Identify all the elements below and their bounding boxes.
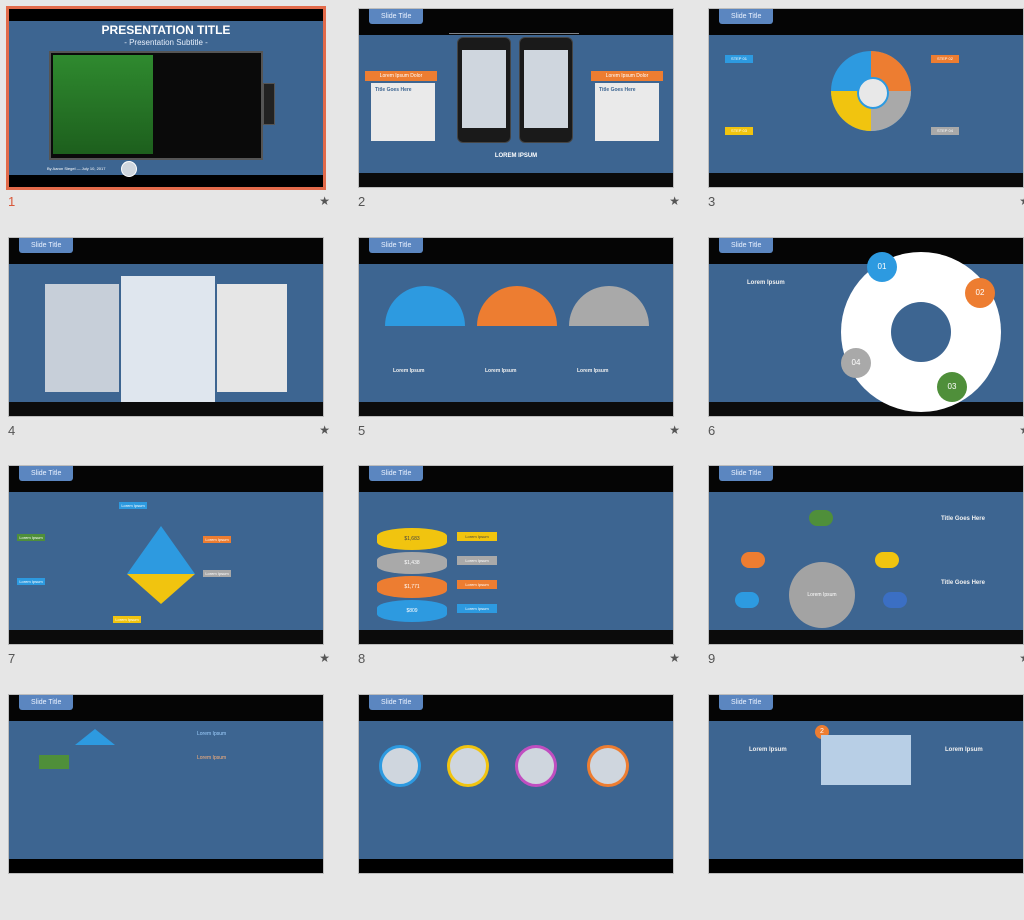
slide-cell-12[interactable]: Slide Title Lorem Ipsum Lorem Ipsum 2 xyxy=(708,694,1024,920)
slide-number: 3 xyxy=(708,194,716,209)
slide-cell-3[interactable]: Slide Title STEP 01 STEP 02 STEP 03 STEP… xyxy=(708,8,1024,234)
slide-number: 4 xyxy=(8,423,16,438)
slide-cell-8[interactable]: Slide Title $1,683 $1,438 $1,771 $809 Lo… xyxy=(358,465,680,691)
slide-cell-4[interactable]: Slide Title 4 ★ xyxy=(8,237,330,463)
pyramid-graphic xyxy=(127,526,195,574)
slide-thumbnail-10[interactable]: Slide Title Lorem Ipsum Lorem Ipsum xyxy=(8,694,324,874)
slide-tab: Slide Title xyxy=(369,238,424,253)
slide-cell-7[interactable]: Slide Title Lorem Ipsum Lorem Ipsum Lore… xyxy=(8,465,330,691)
slide-tab: Slide Title xyxy=(719,695,774,710)
slide-thumbnail-5[interactable]: Slide Title Lorem Ipsum Lorem Ipsum Lore… xyxy=(358,237,674,417)
slide-thumbnail-4[interactable]: Slide Title xyxy=(8,237,324,417)
slide-cell-11[interactable]: Slide Title xyxy=(358,694,674,920)
slide-thumbnail-8[interactable]: Slide Title $1,683 $1,438 $1,771 $809 Lo… xyxy=(358,465,674,645)
slide-cell-1[interactable]: PRESENTATION TITLE - Presentation Subtit… xyxy=(6,6,330,234)
star-icon[interactable]: ★ xyxy=(1019,651,1024,665)
star-icon[interactable]: ★ xyxy=(1019,423,1024,437)
star-icon[interactable]: ★ xyxy=(669,651,680,665)
slide-cell-9[interactable]: Slide Title Lorem Ipsum Title Goes Here … xyxy=(708,465,1024,691)
slide-thumbnail-11[interactable]: Slide Title xyxy=(358,694,674,874)
slide-tab: Slide Title xyxy=(19,466,74,481)
star-icon[interactable]: ★ xyxy=(1019,194,1024,208)
presentation-subtitle: - Presentation Subtitle - xyxy=(124,38,208,47)
star-icon[interactable]: ★ xyxy=(319,194,330,208)
slide-number: 6 xyxy=(708,423,716,438)
slide-tab: Slide Title xyxy=(719,238,774,253)
left-box-label: Lorem Ipsum Dolor xyxy=(365,71,437,81)
slide-thumbnail-6[interactable]: Slide Title Lorem Ipsum 01 02 03 04 xyxy=(708,237,1024,417)
star-icon[interactable]: ★ xyxy=(669,194,680,208)
slide-tab: Slide Title xyxy=(19,238,74,253)
slide-cell-2[interactable]: Slide Title Lorem Ipsum Dolor Title Goes… xyxy=(358,8,680,234)
star-icon[interactable]: ★ xyxy=(319,423,330,437)
right-box-label: Lorem Ipsum Dolor xyxy=(591,71,663,81)
slide-cell-5[interactable]: Slide Title Lorem Ipsum Lorem Ipsum Lore… xyxy=(358,237,680,463)
slide-number: 1 xyxy=(8,194,16,209)
slide-thumbnail-3[interactable]: Slide Title STEP 01 STEP 02 STEP 03 STEP… xyxy=(708,8,1024,188)
star-icon[interactable]: ★ xyxy=(319,651,330,665)
slide-tab: Slide Title xyxy=(369,695,424,710)
slide-thumbnail-2[interactable]: Slide Title Lorem Ipsum Dolor Title Goes… xyxy=(358,8,674,188)
slide-tab: Slide Title xyxy=(19,695,74,710)
phone-right xyxy=(519,37,573,143)
slide-cell-10[interactable]: Slide Title Lorem Ipsum Lorem Ipsum xyxy=(8,694,324,920)
battery-tip xyxy=(263,83,275,125)
slide-tab: Slide Title xyxy=(369,9,424,24)
slide-number: 9 xyxy=(708,651,716,666)
slide-number: 8 xyxy=(358,651,366,666)
photo-3 xyxy=(217,284,287,392)
photo-1 xyxy=(45,284,119,392)
left-note: Title Goes Here xyxy=(371,83,435,141)
avatar xyxy=(121,161,137,177)
slide-tab: Slide Title xyxy=(719,9,774,24)
slide-thumbnail-1[interactable]: PRESENTATION TITLE - Presentation Subtit… xyxy=(6,6,326,190)
slide-thumbnail-12[interactable]: Slide Title Lorem Ipsum Lorem Ipsum 2 xyxy=(708,694,1024,874)
star-icon[interactable]: ★ xyxy=(669,423,680,437)
phone-left xyxy=(457,37,511,143)
caption: LOREM IPSUM xyxy=(494,153,538,159)
right-note: Title Goes Here xyxy=(595,83,659,141)
photo-2 xyxy=(121,276,215,402)
center-circle: Lorem Ipsum xyxy=(789,562,855,628)
slide-tab: Slide Title xyxy=(719,466,774,481)
slide-thumbnail-9[interactable]: Slide Title Lorem Ipsum Title Goes Here … xyxy=(708,465,1024,645)
slide-number: 2 xyxy=(358,194,366,209)
battery-body xyxy=(49,51,263,160)
slide-number: 5 xyxy=(358,423,366,438)
slide-cell-6[interactable]: Slide Title Lorem Ipsum 01 02 03 04 6 ★ xyxy=(708,237,1024,463)
slide-thumbnail-7[interactable]: Slide Title Lorem Ipsum Lorem Ipsum Lore… xyxy=(8,465,324,645)
slide-tab: Slide Title xyxy=(369,466,424,481)
presentation-title: PRESENTATION TITLE xyxy=(101,23,231,37)
slide-number: 7 xyxy=(8,651,16,666)
